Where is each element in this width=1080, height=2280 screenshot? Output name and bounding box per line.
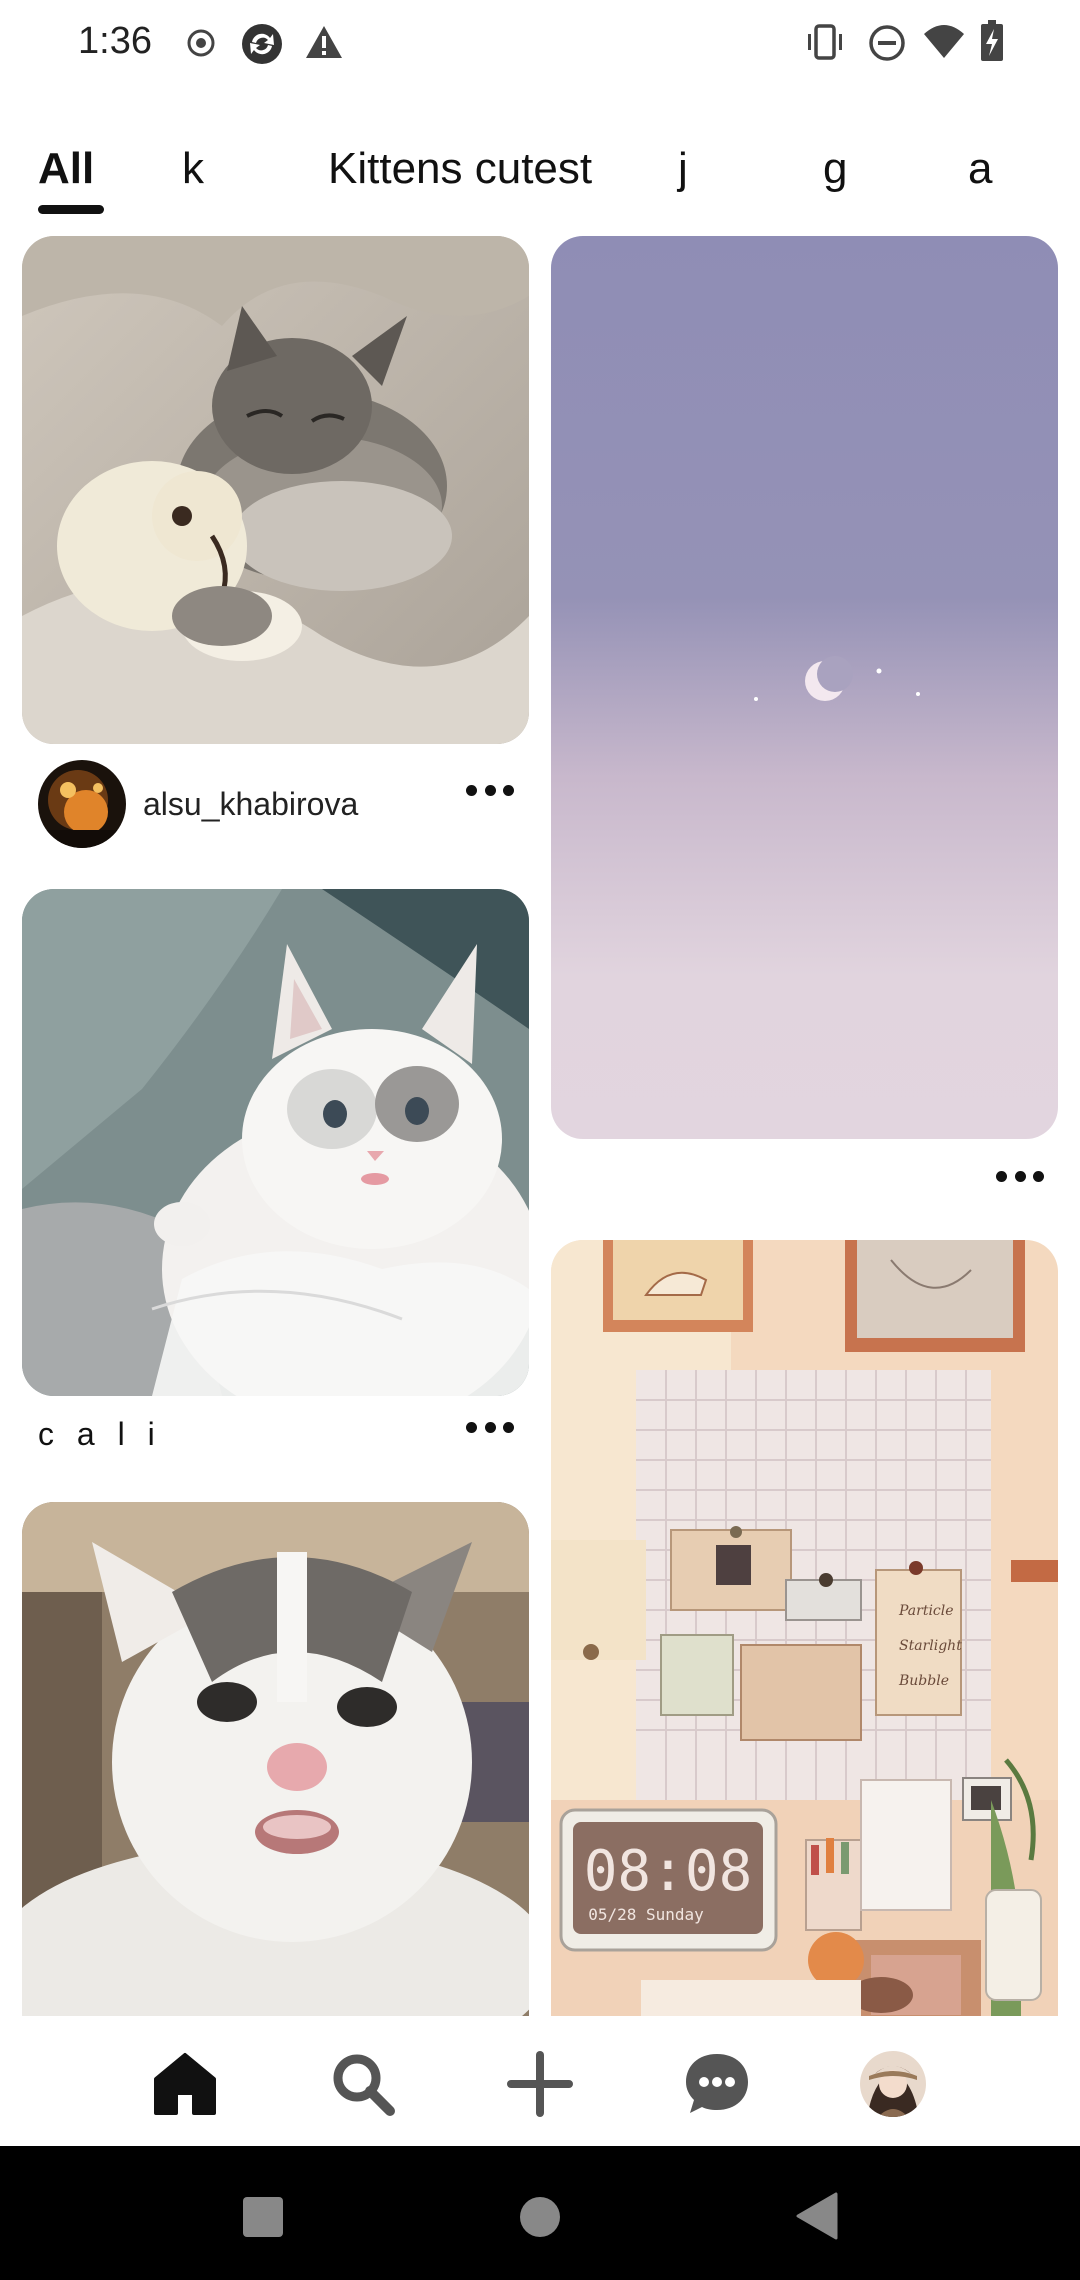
desk-list-item: Starlight bbox=[899, 1638, 962, 1654]
battery-charging-icon bbox=[980, 20, 1004, 67]
pin-desk-illustration[interactable]: Particle Starlight Bubble 08:08 05/28 Su… bbox=[551, 1240, 1058, 2016]
profile-avatar[interactable] bbox=[853, 2044, 933, 2124]
status-time: 1:36 bbox=[78, 20, 152, 62]
home-icon[interactable] bbox=[145, 2044, 225, 2124]
sync-icon bbox=[240, 22, 284, 71]
messages-icon[interactable] bbox=[677, 2044, 757, 2124]
status-bar: 1:36 bbox=[0, 0, 1080, 90]
home-button[interactable] bbox=[519, 2196, 561, 2243]
kitten-closeup-image bbox=[22, 1502, 529, 2016]
tab-a[interactable]: a bbox=[968, 144, 992, 194]
more-options-icon[interactable] bbox=[460, 775, 520, 805]
desk-list-item: Particle bbox=[898, 1603, 954, 1619]
active-tab-indicator bbox=[38, 205, 104, 214]
desk-list-item: Bubble bbox=[898, 1673, 949, 1689]
pin-fluffy-kitten[interactable] bbox=[22, 889, 529, 1396]
pin-sleeping-kitten-meta: alsu_khabirova bbox=[0, 760, 540, 860]
recents-button[interactable] bbox=[242, 2196, 284, 2243]
pin-sleeping-kitten[interactable] bbox=[22, 236, 529, 744]
user-avatar[interactable] bbox=[38, 760, 126, 848]
tab-kittens-cutest[interactable]: Kittens cutest bbox=[328, 144, 592, 194]
create-icon[interactable] bbox=[500, 2044, 580, 2124]
desk-illustration-image: Particle Starlight Bubble 08:08 05/28 Su… bbox=[551, 1240, 1058, 2016]
more-options-icon[interactable] bbox=[990, 1161, 1050, 1191]
board-tabs: All k Kittens cutest j g a bbox=[0, 130, 1080, 220]
pin-kitten-closeup[interactable] bbox=[22, 1502, 529, 2016]
tab-j[interactable]: j bbox=[678, 144, 688, 194]
pin-night-sky[interactable] bbox=[551, 236, 1058, 1139]
pin-title[interactable]: c a l i bbox=[38, 1416, 162, 1453]
back-button[interactable] bbox=[794, 2192, 838, 2245]
tab-all[interactable]: All bbox=[38, 144, 94, 194]
warning-icon bbox=[304, 24, 344, 65]
tab-k[interactable]: k bbox=[182, 144, 204, 194]
vibrate-icon bbox=[804, 24, 846, 65]
desk-clock-date: 05/28 Sunday bbox=[588, 1905, 704, 1924]
pin-username[interactable]: alsu_khabirova bbox=[143, 786, 358, 823]
bottom-navigation bbox=[0, 2016, 1080, 2146]
desk-clock-time: 08:08 bbox=[584, 1839, 753, 1904]
more-options-icon[interactable] bbox=[460, 1412, 520, 1442]
fluffy-kitten-image bbox=[22, 889, 529, 1396]
wifi-icon bbox=[922, 24, 966, 65]
record-icon bbox=[186, 28, 216, 63]
tab-g[interactable]: g bbox=[823, 144, 847, 194]
pin-feed[interactable]: alsu_khabirova c a l i Particle Starligh… bbox=[0, 236, 1080, 2016]
sleeping-kitten-image bbox=[22, 236, 529, 744]
search-icon[interactable] bbox=[323, 2044, 403, 2124]
night-sky-image bbox=[551, 236, 1058, 1139]
do-not-disturb-icon bbox=[868, 24, 906, 67]
system-navigation-bar bbox=[0, 2146, 1080, 2280]
